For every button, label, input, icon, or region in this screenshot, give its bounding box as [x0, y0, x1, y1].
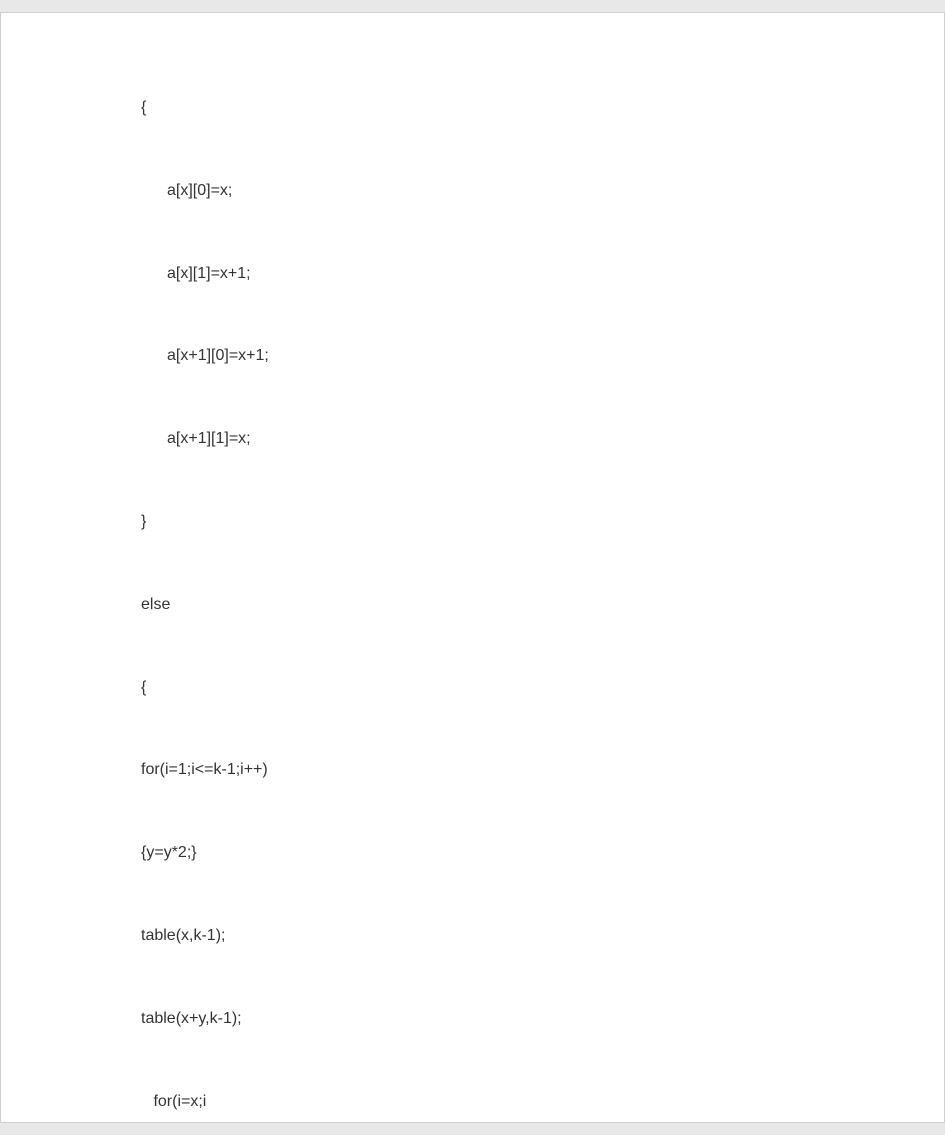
code-line: a[x+1][0]=x+1;	[141, 346, 804, 367]
code-line: {	[141, 678, 804, 699]
code-line: a[x][1]=x+1;	[141, 264, 804, 285]
code-line: {y=y*2;}	[141, 843, 804, 864]
code-line: for(i=x;i	[141, 1092, 804, 1113]
document-page: { a[x][0]=x; a[x][1]=x+1; a[x+1][0]=x+1;…	[0, 12, 945, 1123]
code-line: a[x+1][1]=x;	[141, 429, 804, 450]
code-line: a[x][0]=x;	[141, 181, 804, 202]
code-line: table(x+y,k-1);	[141, 1009, 804, 1030]
code-line: {	[141, 98, 804, 119]
code-line: else	[141, 595, 804, 616]
code-line: }	[141, 512, 804, 533]
code-line: table(x,k-1);	[141, 926, 804, 947]
code-line: for(i=1;i<=k-1;i++)	[141, 760, 804, 781]
